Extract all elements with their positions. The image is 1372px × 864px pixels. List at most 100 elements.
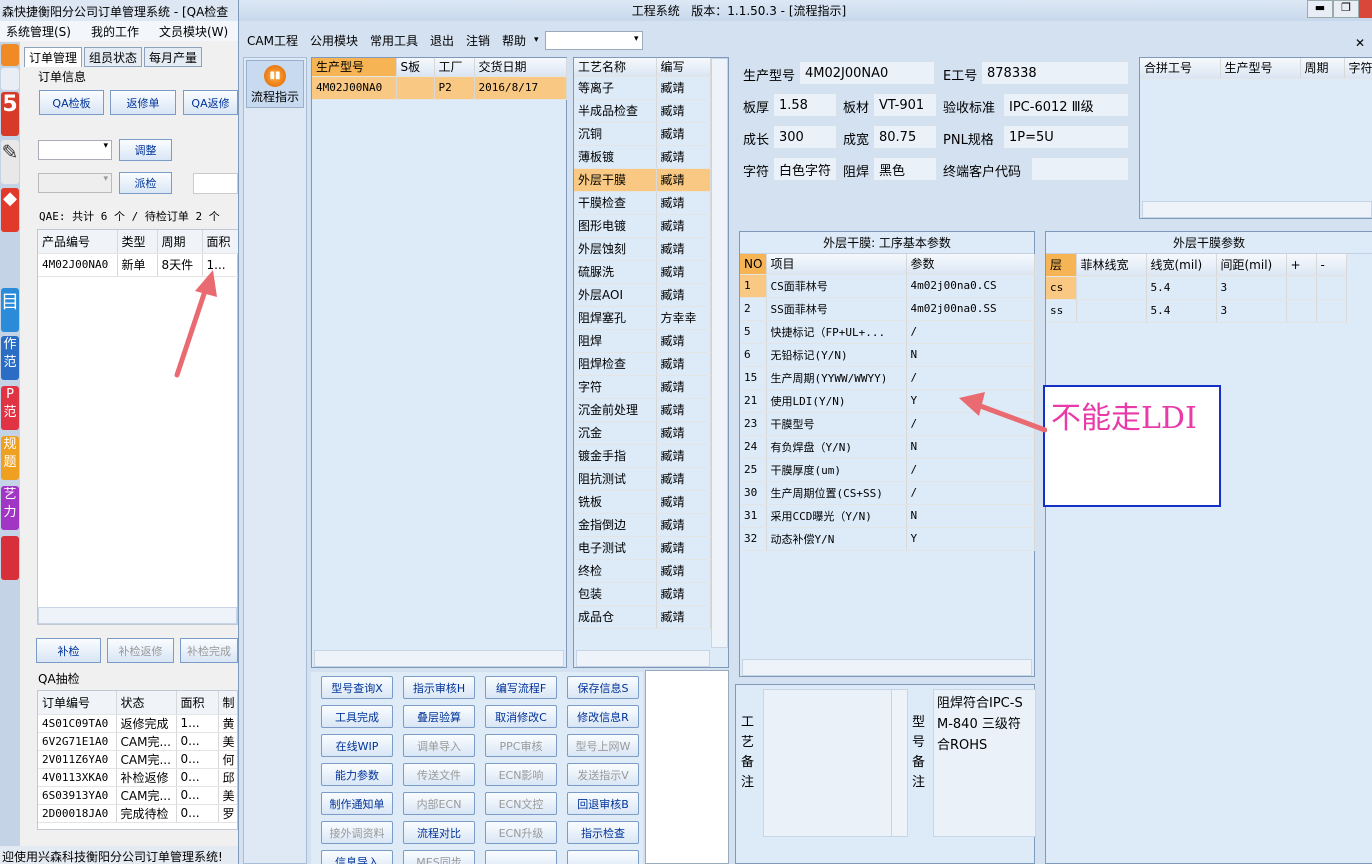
table-row[interactable]: 6 无铅标记(Y/N) N (740, 343, 1035, 367)
minimize-button[interactable]: ▬ (1307, 0, 1333, 18)
action-button-1-1[interactable]: 叠层验算 (403, 705, 475, 728)
e-no-field[interactable]: 878338 (981, 61, 1129, 85)
pnl-field[interactable]: 1P=5U (1003, 125, 1129, 149)
col-order-no[interactable]: 订单编号 (38, 691, 117, 715)
action-button-1-0[interactable]: 工具完成 (321, 705, 393, 728)
table-row[interactable]: 沉金前处理 臧靖 (574, 398, 711, 422)
table-row[interactable]: cs 5.4 3 (1046, 276, 1347, 300)
width-field[interactable]: 80.75 (873, 125, 937, 149)
action-button-3-2[interactable]: ECN影响 (485, 763, 557, 786)
table-row[interactable]: 15 生产周期(YYWW/WWYY) / (740, 366, 1035, 390)
action-button-6-0[interactable]: 信息导入 (321, 850, 393, 864)
dispatch-button[interactable]: 派检 (119, 172, 172, 194)
recheck-button[interactable]: 补检 (36, 638, 101, 663)
table-row[interactable]: 外层AOI 臧靖 (574, 283, 711, 307)
table-row[interactable]: 沉金 臧靖 (574, 421, 711, 445)
action-button-3-3[interactable]: 发送指示V (567, 763, 639, 786)
action-button-5-2[interactable]: ECN升级 (485, 821, 557, 844)
col-film-5[interactable]: - (1316, 254, 1347, 277)
table-row[interactable]: 图形电镀 臧靖 (574, 214, 711, 238)
qa-rework-button[interactable]: QA返修 (183, 90, 238, 115)
table-row[interactable]: 5 快捷标记（FP+UL+... / (740, 320, 1035, 344)
action-button-3-0[interactable]: 能力参数 (321, 763, 393, 786)
action-button-2-3[interactable]: 型号上网W (567, 734, 639, 757)
table-row[interactable]: 2 SS面菲林号 4m02j00na0.SS (740, 297, 1035, 321)
launcher-btn-3[interactable]: 5 (1, 92, 19, 136)
launcher-btn-11[interactable] (1, 536, 19, 580)
table-row[interactable]: 等离子 臧靖 (574, 76, 711, 100)
menu-cam[interactable]: CAM工程 (247, 32, 298, 49)
table-row[interactable]: 6S03913YA0 CAM完... 0... 美 (38, 786, 237, 805)
recheck-rework-button[interactable]: 补检返修 (107, 638, 174, 663)
model-field[interactable]: 4M02J00NA0 (799, 61, 935, 85)
col-no[interactable]: NO (740, 254, 767, 275)
table-row[interactable]: 1 CS面菲林号 4m02j00na0.CS (740, 274, 1035, 298)
col-param[interactable]: 参数 (906, 254, 1035, 275)
table-row[interactable]: 硫脲洗 臧靖 (574, 260, 711, 284)
table-row[interactable]: 25 干膜厚度(um) / (740, 458, 1035, 482)
combine-hscroll[interactable] (1142, 201, 1372, 218)
col-combine-no[interactable]: 合拼工号 (1140, 58, 1221, 79)
col-cycle[interactable]: 周期 (157, 230, 203, 254)
action-button-5-0[interactable]: 接外调资料 (321, 821, 393, 844)
launcher-btn-5[interactable]: ◆ (1, 188, 19, 232)
action-button-6-3[interactable] (567, 850, 639, 864)
restore-button[interactable]: ❐ (1333, 0, 1359, 18)
menu-clerk[interactable]: 文员模块(W) (159, 23, 228, 39)
action-button-0-1[interactable]: 指示审核H (403, 676, 475, 699)
action-button-2-1[interactable]: 调单导入 (403, 734, 475, 757)
col-combine-char[interactable]: 字符 (1344, 58, 1372, 79)
chevron-down-icon[interactable]: ▾ (534, 35, 539, 45)
action-button-4-0[interactable]: 制作通知单 (321, 792, 393, 815)
char-field[interactable]: 白色字符 (773, 157, 837, 181)
menu-system[interactable]: 系统管理(S) (6, 23, 71, 39)
length-field[interactable]: 300 (773, 125, 837, 149)
action-button-2-2[interactable]: PPC审核 (485, 734, 557, 757)
table-row[interactable]: 包装 臧靖 (574, 582, 711, 606)
col-s-board[interactable]: S板 (396, 58, 435, 77)
menu-logout[interactable]: 注销 (466, 32, 490, 49)
table-row[interactable]: 阻焊检查 臧靖 (574, 352, 711, 376)
menu-combo[interactable]: ▾ (544, 30, 643, 50)
table-row[interactable]: 阻焊塞孔 方幸幸 (574, 306, 711, 330)
table-row[interactable]: 铣板 臧靖 (574, 490, 711, 514)
close-button[interactable] (1359, 0, 1372, 18)
table-row[interactable]: 24 有负焊盘（Y/N) N (740, 435, 1035, 459)
launcher-btn-10[interactable]: 艺 力 (1, 486, 19, 530)
action-button-5-1[interactable]: 流程对比 (403, 821, 475, 844)
table-row[interactable]: 4S01C09TA0 返修完成 1... 黄 (38, 714, 237, 733)
tab-member-status[interactable]: 组员状态 (84, 47, 143, 67)
col-film-4[interactable]: + (1286, 254, 1317, 277)
col-process-name[interactable]: 工艺名称 (574, 58, 657, 77)
table-row[interactable]: 镀金手指 臧靖 (574, 444, 711, 468)
dispatch-select[interactable]: ▾ (38, 173, 112, 193)
dispatch-input[interactable] (193, 173, 238, 194)
col-status[interactable]: 状态 (116, 691, 177, 715)
launcher-btn-9[interactable]: 规 题 (1, 436, 19, 480)
process-vscroll[interactable] (711, 58, 728, 648)
rework-order-button[interactable]: 返修单 (110, 90, 176, 115)
table-row[interactable]: ss 5.4 3 (1046, 299, 1347, 323)
recheck-done-button[interactable]: 补检完成 (180, 638, 238, 663)
table-row[interactable]: 30 生产周期位置(CS+SS) / (740, 481, 1035, 505)
table-row[interactable]: 32 动态补偿Y/N Y (740, 527, 1035, 551)
launcher-btn-6[interactable]: 目 (1, 288, 19, 332)
action-button-1-3[interactable]: 修改信息R (567, 705, 639, 728)
col-combine-cycle[interactable]: 周期 (1300, 58, 1345, 79)
qa-check-button[interactable]: QA检板 (39, 90, 104, 115)
table-row[interactable]: 阻抗测试 臧靖 (574, 467, 711, 491)
table-row[interactable]: 31 采用CCD曝光（Y/N) N (740, 504, 1035, 528)
col-maker[interactable]: 制 (218, 691, 237, 715)
model-remark-field[interactable]: 阻焊符合IPC-SM-840 三级符合ROHS (933, 689, 1036, 837)
table-row[interactable]: 沉铜 臧靖 (574, 122, 711, 146)
col-film-1[interactable]: 菲林线宽 (1076, 254, 1147, 277)
action-button-4-1[interactable]: 内部ECN (403, 792, 475, 815)
adjust-select[interactable]: ▾ (38, 140, 112, 160)
col-delivery[interactable]: 交货日期 (474, 58, 567, 77)
action-button-5-3[interactable]: 指示检查 (567, 821, 639, 844)
menu-common-module[interactable]: 公用模块 (310, 32, 358, 49)
action-button-6-1[interactable]: MES同步 (403, 850, 475, 864)
col-film-0[interactable]: 层 (1046, 254, 1077, 277)
launcher-btn-7[interactable]: 作 范 (1, 336, 19, 380)
launcher-tools-icon[interactable]: ✎ (1, 140, 19, 184)
